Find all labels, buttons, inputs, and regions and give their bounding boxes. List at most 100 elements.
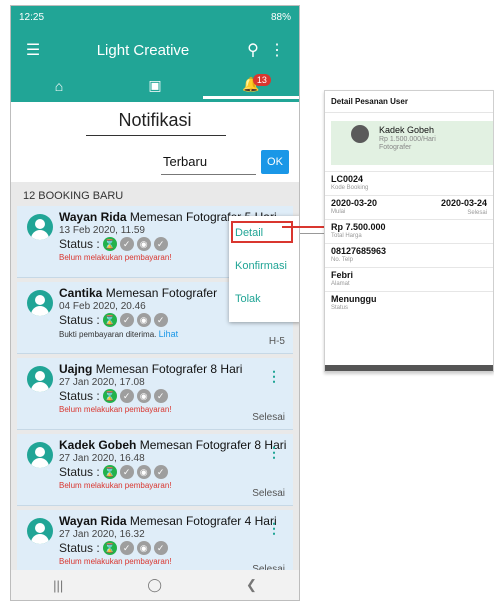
camera-icon: ◉: [136, 389, 151, 403]
menu-item-confirm[interactable]: Konfirmasi: [229, 249, 299, 282]
menu-item-reject[interactable]: Tolak: [229, 282, 299, 315]
field-dates: 2020-03-20 Mulai 2020-03-24 Selesai: [325, 195, 493, 219]
android-nav-bar: ||| ◯ ❮: [11, 570, 299, 600]
list-item[interactable]: Uajng Memesan Fotografer 8 Hari 27 Jan 2…: [17, 358, 293, 430]
check-icon: ✓: [119, 389, 134, 403]
status-label: Status :: [59, 389, 100, 403]
more-vert-icon[interactable]: ⋮: [265, 40, 289, 60]
customer-name: Wayan Rida: [59, 514, 127, 528]
hourglass-icon: ⌛: [102, 465, 117, 479]
recents-icon[interactable]: |||: [53, 578, 63, 593]
camera-icon: ◉: [136, 465, 151, 479]
check-icon: ✓: [119, 313, 134, 327]
address-label: Alamat: [331, 281, 350, 287]
booking-message: Memesan Fotografer: [105, 286, 218, 300]
hourglass-icon: ⌛: [102, 313, 117, 327]
check-icon: ✓: [119, 237, 134, 251]
tab-home[interactable]: ⌂: [11, 72, 107, 99]
item-menu-icon[interactable]: ⋮: [267, 444, 281, 461]
field-status: Menunggu Status: [325, 291, 493, 315]
notification-header: Notifikasi Terbaru OK: [11, 102, 299, 182]
callout-connector-shadow: [300, 233, 324, 234]
field-phone: 08127685963 No. Telp: [325, 243, 493, 267]
list-item[interactable]: Kadek Gobeh Memesan Fotografer 8 Hari 27…: [17, 434, 293, 506]
phone-value: 08127685963: [331, 246, 387, 256]
days-left: H-5: [268, 336, 285, 347]
page-title: Notifikasi: [118, 110, 192, 130]
tab-profile[interactable]: ▣: [107, 72, 203, 99]
booking-state: Selesai: [252, 488, 285, 499]
booking-code-value: LC0024: [331, 174, 364, 184]
done-icon: ✓: [153, 237, 168, 251]
sort-underline: [161, 174, 256, 175]
booking-state: Selesai: [252, 412, 285, 423]
hourglass-icon: ⌛: [102, 389, 117, 403]
status-value: Menunggu: [331, 294, 377, 304]
back-icon[interactable]: ❮: [246, 577, 257, 593]
field-booking-code: LC0024 Kode Booking: [325, 171, 493, 195]
view-proof-link[interactable]: Lihat: [159, 329, 179, 339]
hourglass-icon: ⌛: [102, 541, 117, 555]
phone-screen: 12:25 88% ☰ Light Creative ⚲ ⋮ ⌂ ▣ 🔔 13 …: [10, 5, 300, 601]
status-label: Status :: [59, 465, 100, 479]
status-row: Status : ⌛ ✓ ◉ ✓: [59, 465, 287, 479]
customer-name: Cantika: [59, 286, 103, 300]
start-date-label: Mulai: [331, 209, 346, 215]
camera-icon: ◉: [136, 541, 151, 555]
field-total: Rp 7.500.000 Total Harga: [325, 219, 493, 243]
detail-panel-title: Detail Pesanan User: [325, 91, 493, 113]
done-icon: ✓: [153, 313, 168, 327]
id-card-icon: ▣: [148, 77, 162, 93]
booking-date: 27 Jan 2020, 16.48: [59, 453, 145, 464]
field-address: Febri Alamat: [325, 267, 493, 291]
booking-code-label: Kode Booking: [331, 185, 369, 191]
phone-label: No. Telp: [331, 257, 353, 263]
status-label: Status :: [59, 313, 100, 327]
address-value: Febri: [331, 270, 354, 280]
customer-name: Kadek Gobeh: [59, 438, 137, 452]
status-row: Status : ⌛ ✓ ◉ ✓: [59, 389, 287, 403]
booking-message: Memesan Fotografer 8 Hari: [139, 438, 287, 452]
done-icon: ✓: [153, 389, 168, 403]
tab-notifications[interactable]: 🔔 13: [203, 72, 299, 99]
photographer-card: Kadek Gobeh Rp 1.500.000/Hari Fotografer: [331, 121, 493, 165]
home-button-icon[interactable]: ◯: [147, 577, 162, 593]
total-label: Total Harga: [331, 233, 362, 239]
customer-name: Uajng: [59, 362, 93, 376]
notification-badge: 13: [252, 74, 271, 86]
booking-count: 12 BOOKING BARU: [23, 190, 124, 202]
tab-bar: ⌂ ▣ 🔔 13: [11, 72, 299, 102]
menu-icon[interactable]: ☰: [21, 40, 45, 60]
photographer-role: Fotografer: [379, 144, 412, 151]
booking-date: 27 Jan 2020, 17.08: [59, 377, 145, 388]
avatar: [27, 366, 53, 392]
avatar: [27, 518, 53, 544]
total-value: Rp 7.500.000: [331, 222, 386, 232]
sort-dropdown[interactable]: Terbaru: [163, 154, 207, 169]
avatar: [27, 442, 53, 468]
panel-bottom-bar: [325, 365, 493, 371]
avatar: [27, 214, 53, 240]
item-menu-icon[interactable]: ⋮: [267, 520, 281, 537]
photographer-avatar: [351, 125, 369, 143]
end-date-value: 2020-03-24: [440, 198, 487, 208]
booking-message: Memesan Fotografer 8 Hari: [95, 362, 243, 376]
photographer-price: Rp 1.500.000/Hari: [379, 136, 436, 143]
status-row: Status : ⌛ ✓ ◉ ✓: [59, 541, 287, 555]
done-icon: ✓: [153, 541, 168, 555]
status-label: Status :: [59, 237, 100, 251]
title-underline: [86, 135, 226, 136]
customer-name: Wayan Rida: [59, 210, 127, 224]
status-time: 12:25: [19, 11, 45, 23]
status-label: Status :: [59, 541, 100, 555]
search-icon[interactable]: ⚲: [241, 40, 265, 60]
ok-button[interactable]: OK: [261, 150, 289, 174]
status-bar: 12:25 88%: [11, 6, 299, 28]
payment-note: Bukti pembayaran diterima.: [59, 330, 157, 339]
camera-icon: ◉: [136, 313, 151, 327]
check-icon: ✓: [119, 541, 134, 555]
item-menu-icon[interactable]: ⋮: [267, 368, 281, 385]
photographer-name: Kadek Gobeh: [379, 125, 435, 135]
camera-icon: ◉: [136, 237, 151, 251]
app-title: Light Creative: [96, 41, 190, 59]
